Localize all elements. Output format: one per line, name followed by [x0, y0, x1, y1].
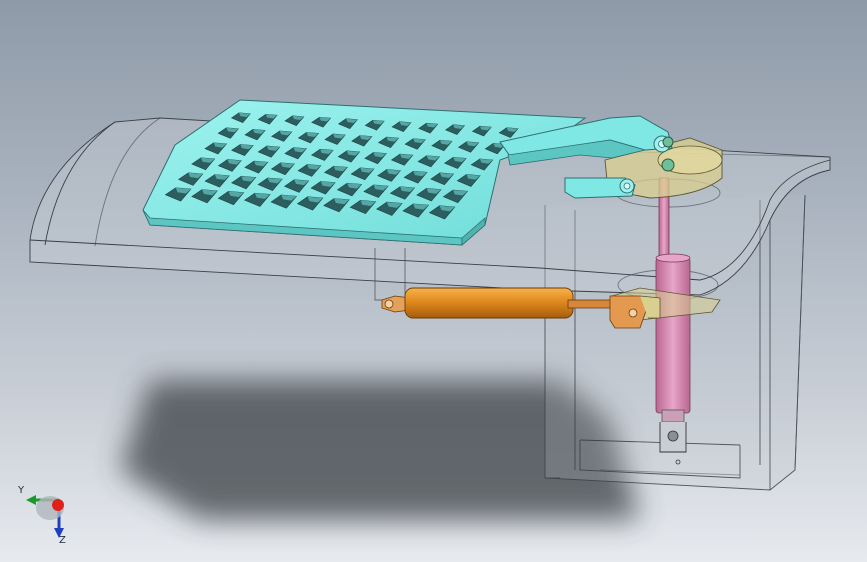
axis-z-label: Z: [59, 535, 66, 546]
3d-model-scene[interactable]: [0, 0, 867, 562]
cad-viewport[interactable]: Y Z: [0, 0, 867, 562]
axis-triad-icon: [26, 495, 64, 538]
axis-y-label: Y: [18, 485, 25, 496]
orientation-triad[interactable]: Y Z: [14, 478, 84, 548]
